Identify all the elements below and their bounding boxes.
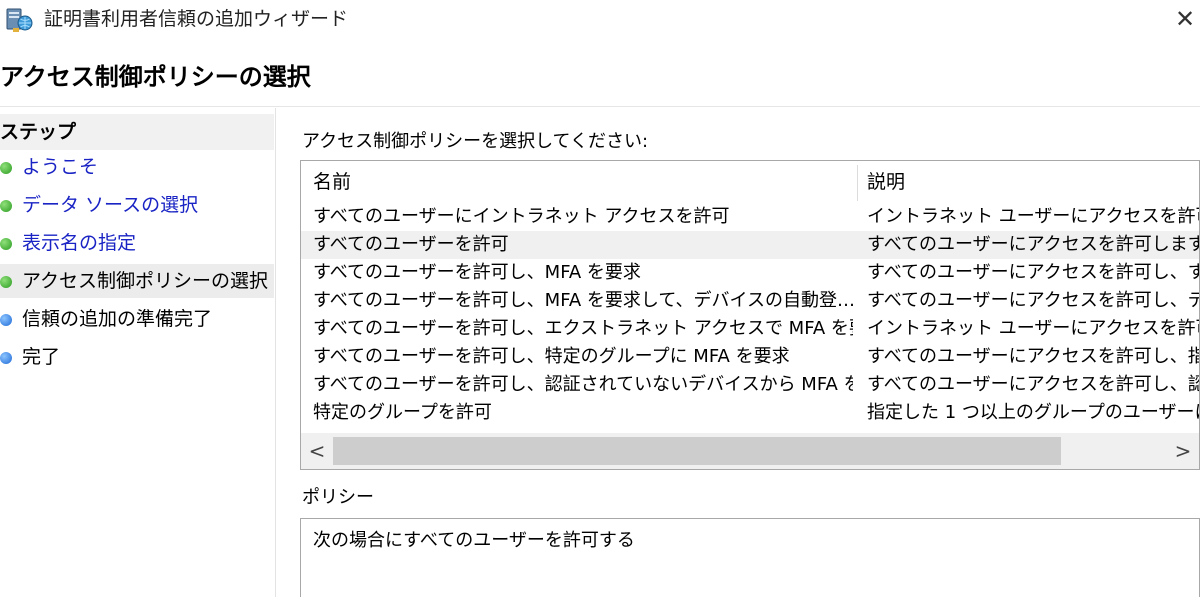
close-button[interactable]: ✕ <box>1170 4 1200 34</box>
policy-name: すべてのユーザーを許可し、特定のグループに MFA を要求 <box>313 346 790 367</box>
policy-name: すべてのユーザーを許可し、認証されていないデバイスから MFA を… <box>313 374 853 395</box>
policy-prompt-label: アクセス制御ポリシーを選択してください: <box>302 131 649 152</box>
policy-description: すべてのユーザーにアクセスを許可し、すべ <box>867 262 1200 283</box>
list-item[interactable]: すべてのユーザーを許可し、MFA を要求して、デバイスの自動登… すべてのユーザ… <box>301 287 1199 315</box>
list-item[interactable]: すべてのユーザーを許可し、MFA を要求 すべてのユーザーにアクセスを許可し、す… <box>301 259 1199 287</box>
header-separator <box>0 106 1200 107</box>
step-specify-display-name[interactable]: 表示名の指定 <box>0 226 274 260</box>
completed-step-icon <box>0 162 12 174</box>
title-bar: 証明書利用者信頼の追加ウィザード ✕ <box>0 0 1200 40</box>
pending-step-icon <box>0 352 12 364</box>
scroll-left-button[interactable]: < <box>301 433 333 469</box>
page-title: アクセス制御ポリシーの選択 <box>0 63 311 91</box>
completed-step-icon <box>0 200 12 212</box>
policy-name: 特定のグループを許可 <box>313 402 492 423</box>
policy-label: ポリシー <box>302 487 374 508</box>
policy-name: すべてのユーザーを許可し、エクストラネット アクセスで MFA を要求 <box>313 318 853 339</box>
pending-step-icon <box>0 314 12 326</box>
policy-name: すべてのユーザーを許可し、MFA を要求して、デバイスの自動登… <box>313 290 853 311</box>
policy-description: すべてのユーザーにアクセスを許可し、指定 <box>867 346 1200 367</box>
horizontal-scrollbar[interactable]: < > <box>301 433 1199 469</box>
list-item-selected[interactable]: すべてのユーザーを許可 すべてのユーザーにアクセスを許可します。 <box>301 231 1199 259</box>
policy-name: すべてのユーザーを許可し、MFA を要求 <box>313 262 641 283</box>
scrollbar-thumb[interactable] <box>333 437 1061 465</box>
steps-header: ステップ <box>0 114 274 150</box>
policy-name: すべてのユーザーを許可 <box>313 234 509 255</box>
list-item[interactable]: すべてのユーザーを許可し、認証されていないデバイスから MFA を… すべてのユ… <box>301 371 1199 399</box>
chevron-left-icon: < <box>308 439 326 463</box>
column-header-name[interactable]: 名前 <box>313 169 351 195</box>
policy-description: イントラネット ユーザーにアクセスを許可し <box>867 206 1200 227</box>
current-step-icon <box>0 276 12 288</box>
column-header-description[interactable]: 説明 <box>867 169 905 195</box>
policy-name: すべてのユーザーにイントラネット アクセスを許可 <box>313 206 730 227</box>
completed-step-icon <box>0 238 12 250</box>
step-label: 完了 <box>22 346 61 368</box>
step-welcome[interactable]: ようこそ <box>0 150 274 184</box>
policy-description: イントラネット ユーザーにアクセスを許可し <box>867 318 1200 339</box>
list-item[interactable]: すべてのユーザーを許可し、特定のグループに MFA を要求 すべてのユーザーにア… <box>301 343 1199 371</box>
policy-rule-text: 次の場合にすべてのユーザーを許可する <box>313 530 635 551</box>
scroll-right-button[interactable]: > <box>1167 433 1199 469</box>
policy-description: すべてのユーザーにアクセスを許可します。 <box>867 234 1200 255</box>
content-pane: アクセス制御ポリシーを選択してください: 名前 説明 すべてのユーザーにイントラ… <box>276 108 1200 597</box>
list-item[interactable]: すべてのユーザーを許可し、エクストラネット アクセスで MFA を要求 イントラ… <box>301 315 1199 343</box>
chevron-right-icon: > <box>1174 439 1192 463</box>
list-header: 名前 説明 <box>301 161 1199 203</box>
step-select-access-control-policy: アクセス制御ポリシーの選択 <box>0 264 274 298</box>
step-label: ようこそ <box>22 156 99 178</box>
policy-list[interactable]: 名前 説明 すべてのユーザーにイントラネット アクセスを許可 イントラネット ユ… <box>300 160 1200 470</box>
step-label: アクセス制御ポリシーの選択 <box>22 270 269 292</box>
server-computer-icon <box>4 6 34 34</box>
policy-description: 指定した 1 つ以上のグループのユーザーに <box>867 402 1200 423</box>
window-title: 証明書利用者信頼の追加ウィザード <box>44 8 349 30</box>
step-ready-to-add-trust: 信頼の追加の準備完了 <box>0 302 274 336</box>
policy-description: すべてのユーザーにアクセスを許可し、認証 <box>867 374 1200 395</box>
list-item[interactable]: 特定のグループを許可 指定した 1 つ以上のグループのユーザーに <box>301 399 1199 427</box>
steps-panel: ステップ ようこそ データ ソースの選択 表示名の指定 アクセス制御ポリシーの選… <box>0 108 276 597</box>
column-divider[interactable] <box>857 165 858 201</box>
close-icon: ✕ <box>1174 5 1196 33</box>
list-item[interactable]: すべてのユーザーにイントラネット アクセスを許可 イントラネット ユーザーにアク… <box>301 203 1199 231</box>
policy-description: すべてのユーザーにアクセスを許可し、デバ <box>867 290 1200 311</box>
step-finish: 完了 <box>0 340 274 374</box>
step-label: 信頼の追加の準備完了 <box>22 308 213 330</box>
step-label: 表示名の指定 <box>22 232 137 254</box>
policy-description-box[interactable]: 次の場合にすべてのユーザーを許可する <box>300 518 1200 597</box>
step-select-data-source[interactable]: データ ソースの選択 <box>0 188 274 222</box>
step-label: データ ソースの選択 <box>22 194 199 216</box>
